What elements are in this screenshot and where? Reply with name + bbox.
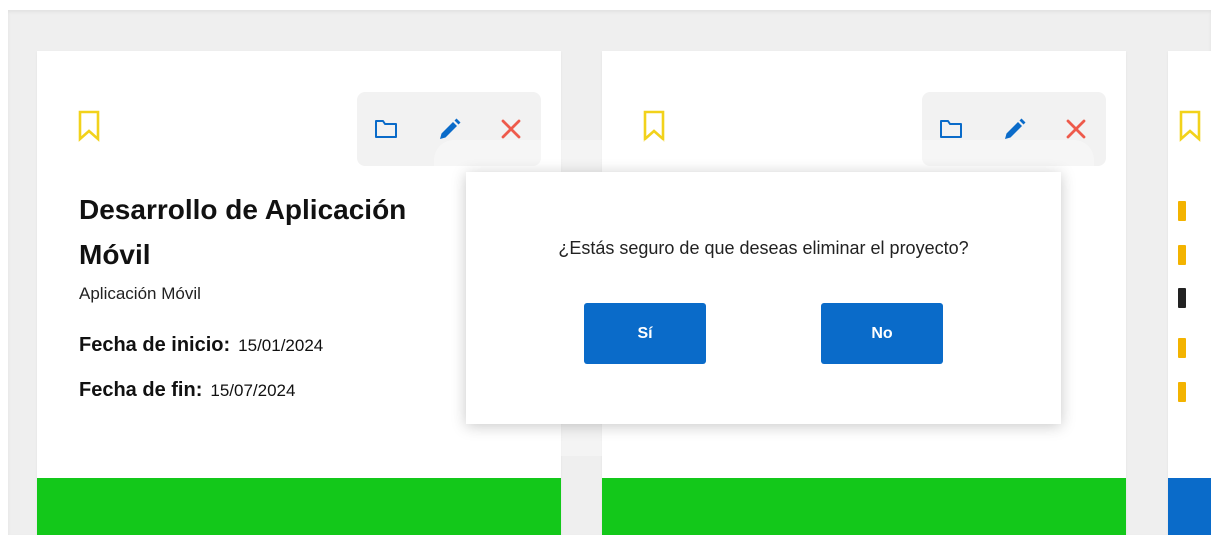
end-date-row: Fecha de fin: 15/07/2024 [79,379,295,402]
status-band [602,478,1126,535]
status-band [37,478,561,535]
text-fragment [1178,382,1186,402]
dialog-message: ¿Estás seguro de que deseas eliminar el … [558,238,969,258]
project-card [1168,51,1211,535]
end-date-label: Fecha de fin: [79,379,203,401]
start-date-label: Fecha de inicio: [79,334,231,356]
status-band [1168,478,1211,535]
title-fragment [1178,245,1186,265]
text-fragment [1178,288,1186,308]
text-fragment [1178,338,1186,358]
start-date-value: 15/01/2024 [238,336,324,355]
end-date-value: 15/07/2024 [210,381,296,400]
bookmark-icon[interactable] [1178,110,1202,142]
title-fragment [1178,201,1186,221]
confirm-yes-button[interactable]: Sí [584,303,706,364]
delete-confirm-dialog: ¿Estás seguro de que deseas eliminar el … [466,172,1061,424]
start-date-row: Fecha de inicio: 15/01/2024 [79,334,323,357]
confirm-no-button[interactable]: No [821,303,943,364]
bookmark-icon[interactable] [642,110,666,142]
bookmark-icon[interactable] [77,110,101,142]
project-title: Desarrollo de Aplicación Móvil [79,194,407,270]
project-category: Aplicación Móvil [79,284,201,303]
folder-icon[interactable] [374,118,400,144]
